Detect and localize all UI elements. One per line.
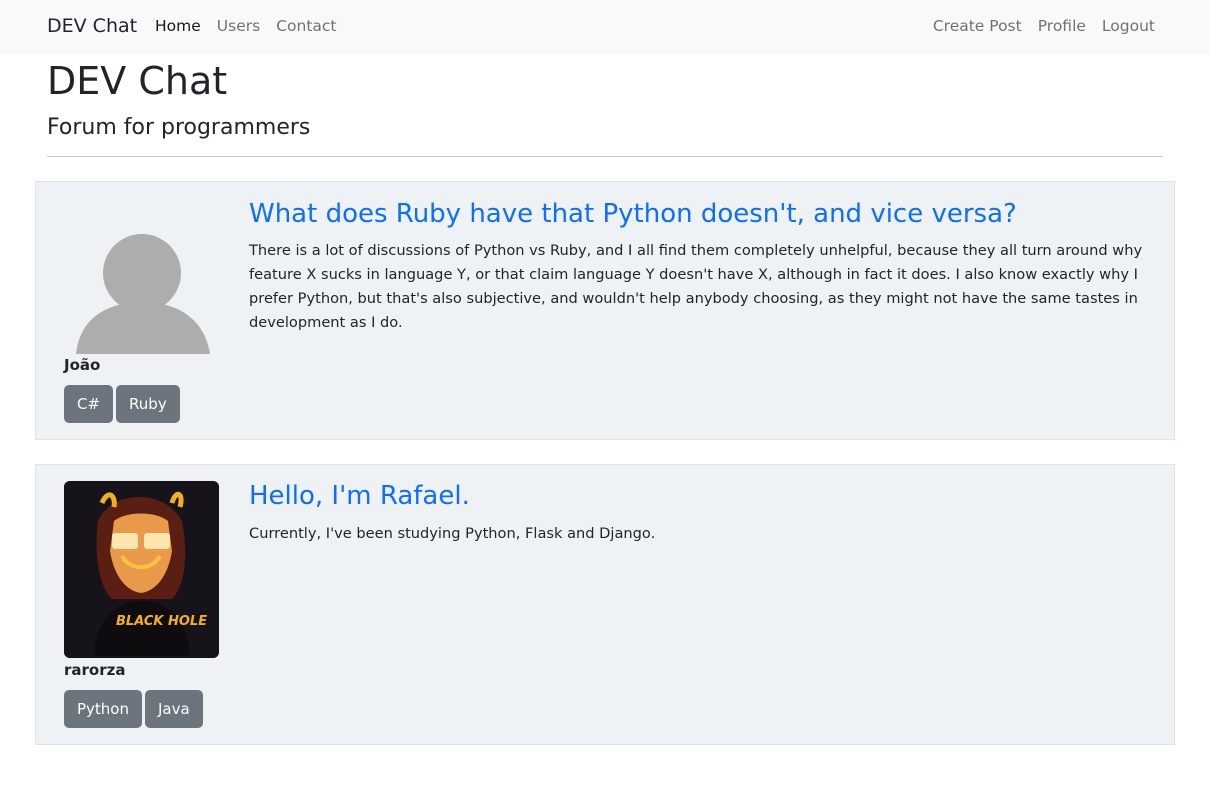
- user-avatar-image: BLACK HOLE: [64, 481, 219, 658]
- post-title-link[interactable]: What does Ruby have that Python doesn't,…: [249, 199, 1017, 229]
- navbar-brand[interactable]: DEV Chat: [47, 15, 137, 37]
- page-header: DEV Chat Forum for programmers: [47, 58, 1163, 142]
- tag-button[interactable]: Java: [145, 690, 203, 728]
- tag-button[interactable]: Ruby: [116, 385, 180, 423]
- page-title: DEV Chat: [47, 59, 228, 103]
- post-author: João: [64, 356, 101, 374]
- post-body: Currently, I've been studying Python, Fl…: [249, 525, 656, 542]
- page-subtitle: Forum for programmers: [47, 115, 311, 140]
- post-tags: C# Ruby: [64, 385, 180, 423]
- default-avatar-icon: [76, 232, 210, 354]
- header-divider: [47, 156, 1163, 157]
- nav-contact-link[interactable]: Contact: [276, 17, 336, 35]
- post-tags: Python Java: [64, 690, 203, 728]
- navbar: DEV Chat Home Users Contact Create Post …: [0, 0, 1210, 55]
- tag-button[interactable]: Python: [64, 690, 142, 728]
- post-body: There is a lot of discussions of Python …: [249, 242, 1143, 331]
- nav-users-link[interactable]: Users: [217, 17, 260, 35]
- tag-button[interactable]: C#: [64, 385, 114, 423]
- nav-logout-link[interactable]: Logout: [1102, 17, 1155, 35]
- post-card: BLACK HOLE rarorza Python Java Hello, I'…: [35, 464, 1175, 745]
- nav-right: Create Post Profile Logout: [933, 17, 1155, 35]
- post-author: rarorza: [64, 661, 126, 679]
- post-title-link[interactable]: Hello, I'm Rafael.: [249, 481, 470, 511]
- nav-home-link[interactable]: Home: [155, 17, 201, 35]
- nav-profile-link[interactable]: Profile: [1038, 17, 1086, 35]
- post-card: João C# Ruby What does Ruby have that Py…: [35, 181, 1175, 440]
- shirt-logo-text: BLACK HOLE: [116, 614, 207, 629]
- nav-create-post-link[interactable]: Create Post: [933, 17, 1022, 35]
- nav-left: Home Users Contact: [155, 17, 337, 35]
